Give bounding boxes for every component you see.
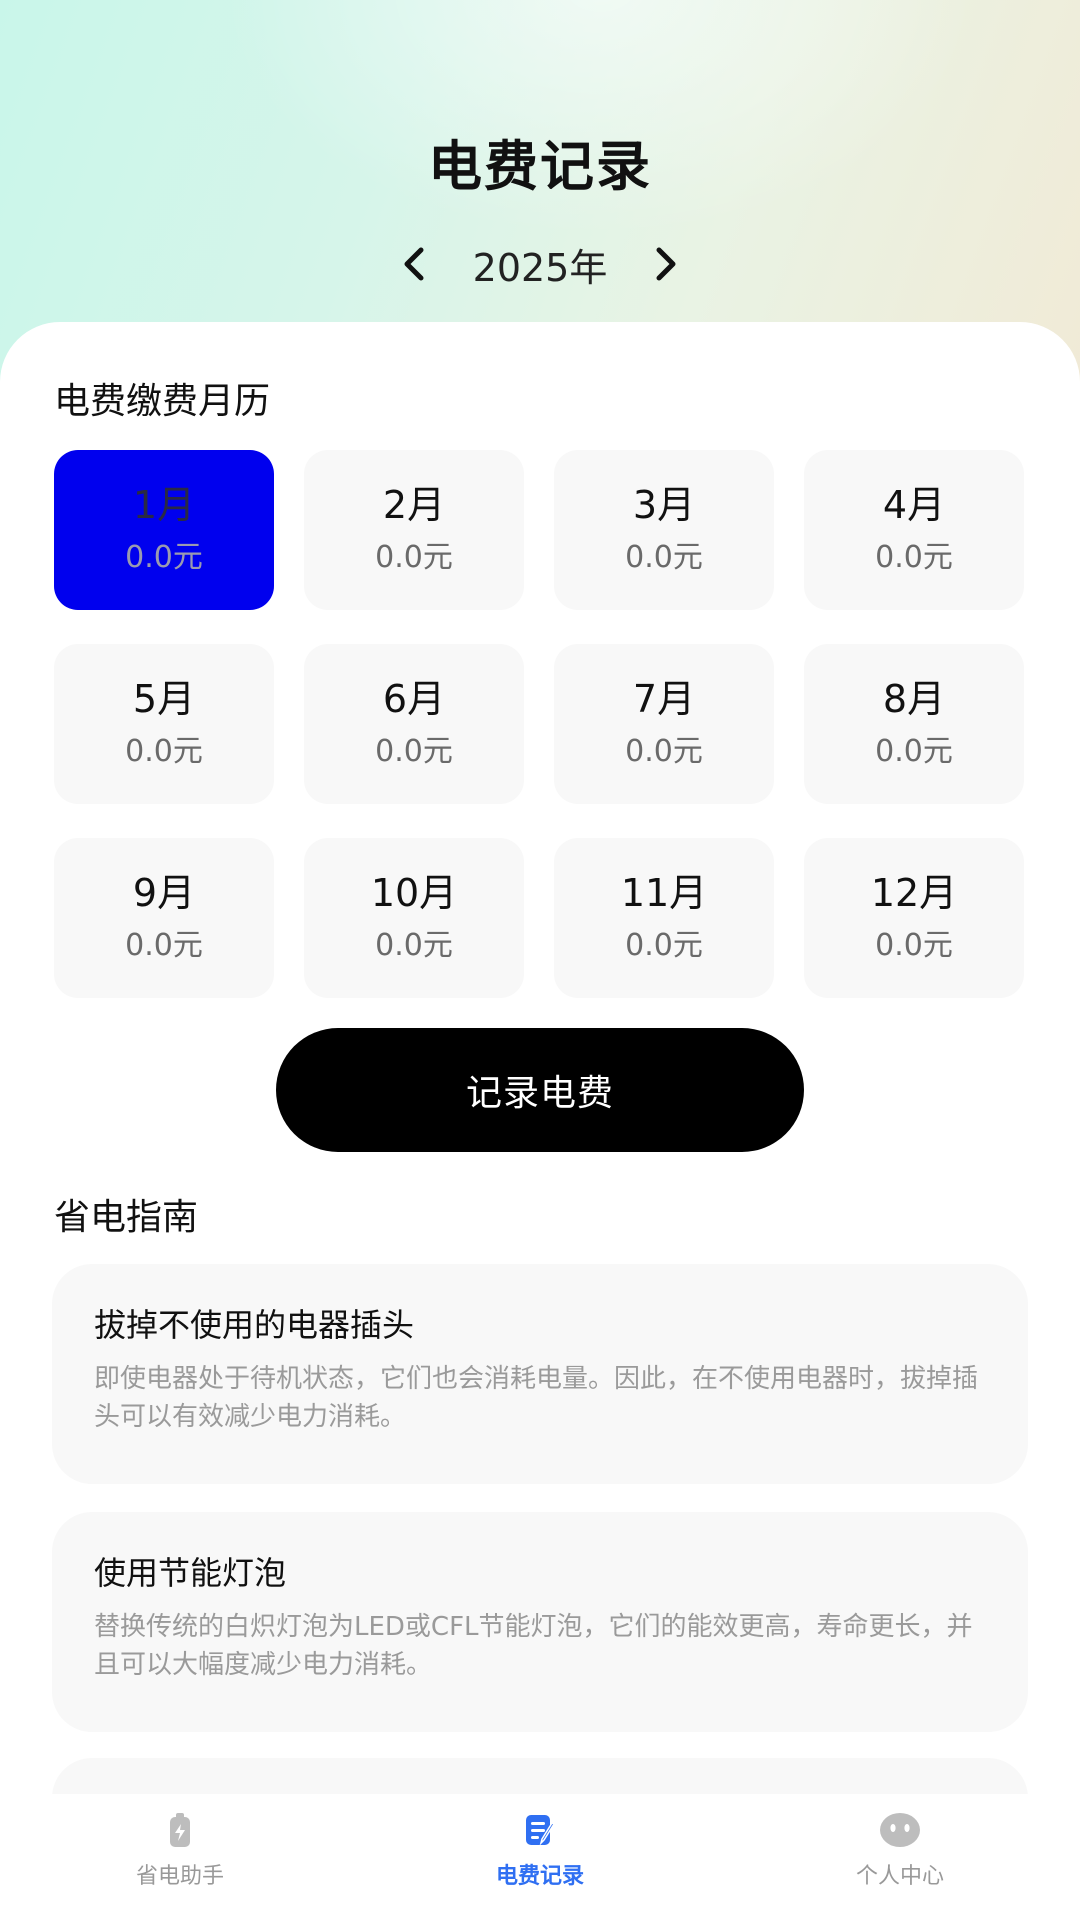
month-name: 1月 [132,483,196,527]
month-amount: 0.0元 [125,540,203,575]
month-amount: 0.0元 [625,734,703,769]
month-amount: 0.0元 [875,540,953,575]
tab-label: 个人中心 [855,1864,944,1889]
tab-label: 电费记录 [495,1864,584,1889]
month-amount: 0.0元 [875,928,953,963]
month-grid: 1月 0.0元 2月 0.0元 3月 0.0元 4月 0.0元 5月 0.0元 … [54,450,1024,998]
year-label: 2025年 [472,245,608,290]
month-cell-5[interactable]: 5月 0.0元 [54,644,274,804]
tab-label: 省电助手 [135,1864,224,1889]
month-amount: 0.0元 [625,928,703,963]
previous-year-button[interactable] [383,234,443,294]
bottom-tab-bar: 省电助手 电费记录 个人中心 [0,1794,1080,1920]
month-name: 8月 [882,677,946,721]
month-name: 7月 [632,677,696,721]
page-title: 电费记录 [428,135,652,198]
month-cell-11[interactable]: 11月 0.0元 [554,838,774,998]
calendar-section-title: 电费缴费月历 [54,381,271,422]
face-icon [880,1813,920,1847]
year-navigator: 2025年 [0,234,1080,294]
month-name: 2月 [382,483,446,527]
month-cell-2[interactable]: 2月 0.0元 [304,450,524,610]
tip-body: 即使电器处于待机状态，它们也会消耗电量。因此，在不使用电器时，拔掉插头可以有效减… [94,1364,979,1432]
month-name: 3月 [632,483,696,527]
next-year-button[interactable] [637,234,697,294]
chevron-left-icon [404,247,424,281]
month-name: 4月 [882,483,946,527]
month-amount: 0.0元 [375,928,453,963]
guide-tip-card[interactable]: 使用节能灯泡 替换传统的白炽灯泡为LED或CFL节能灯泡，它们的能效更高，寿命更… [52,1512,1028,1732]
month-cell-8[interactable]: 8月 0.0元 [804,644,1024,804]
month-amount: 0.0元 [125,928,203,963]
tip-body: 替换传统的白炽灯泡为LED或CFL节能灯泡，它们的能效更高，寿命更长，并且可以大… [94,1612,973,1680]
tip-title: 拔掉不使用的电器插头 [94,1306,415,1344]
chevron-right-icon [656,247,676,281]
battery-icon [170,1813,190,1847]
month-name: 6月 [382,677,446,721]
tab-personal-center[interactable]: 个人中心 [720,1794,1080,1920]
edit-note-icon [526,1815,556,1846]
month-amount: 0.0元 [375,734,453,769]
tab-fee-records[interactable]: 电费记录 [360,1794,720,1920]
month-name: 12月 [870,871,958,915]
month-cell-7[interactable]: 7月 0.0元 [554,644,774,804]
month-cell-10[interactable]: 10月 0.0元 [304,838,524,998]
month-cell-9[interactable]: 9月 0.0元 [54,838,274,998]
tab-saving-assistant[interactable]: 省电助手 [0,1794,360,1920]
month-cell-3[interactable]: 3月 0.0元 [554,450,774,610]
month-cell-1[interactable]: 1月 0.0元 [54,450,274,610]
month-amount: 0.0元 [375,540,453,575]
guide-section-title: 省电指南 [54,1197,199,1238]
month-name: 9月 [132,871,196,915]
record-fee-button[interactable]: 记录电费 [276,1028,804,1152]
month-name: 11月 [620,871,708,915]
month-cell-12[interactable]: 12月 0.0元 [804,838,1024,998]
month-amount: 0.0元 [625,540,703,575]
month-amount: 0.0元 [875,734,953,769]
month-cell-6[interactable]: 6月 0.0元 [304,644,524,804]
content-card: 电费缴费月历 1月 0.0元 2月 0.0元 3月 0.0元 4月 0.0元 5… [0,322,1080,1834]
tip-title: 使用节能灯泡 [94,1554,287,1592]
month-name: 5月 [132,677,196,721]
header-glow [220,0,980,240]
month-name: 10月 [370,871,458,915]
guide-tip-card[interactable]: 拔掉不使用的电器插头 即使电器处于待机状态，它们也会消耗电量。因此，在不使用电器… [52,1264,1028,1484]
month-amount: 0.0元 [125,734,203,769]
month-cell-4[interactable]: 4月 0.0元 [804,450,1024,610]
